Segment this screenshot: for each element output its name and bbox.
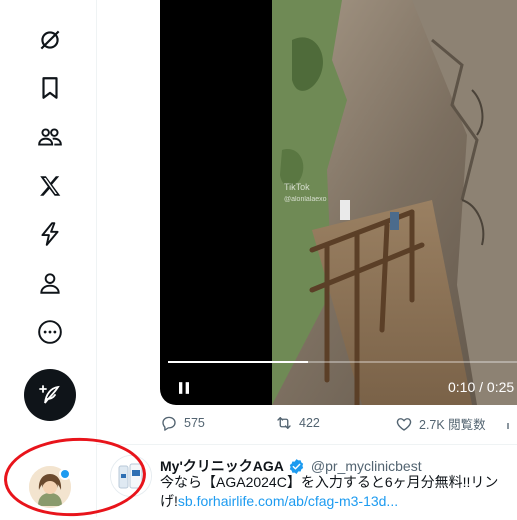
like-button[interactable]: 2.7K 閲覧数 — [395, 414, 486, 433]
retweet-icon — [277, 417, 291, 429]
column-divider — [96, 0, 97, 517]
retweet-button[interactable]: 422 — [275, 414, 320, 432]
more-icon — [38, 320, 62, 344]
ad-text-line2: げ!sb.forhairlife.com/ab/cfag-m3-13d... — [160, 492, 517, 511]
account-avatar-button[interactable] — [29, 466, 71, 508]
video-time: 0:10 / 0:25 — [448, 379, 514, 395]
feather-plus-icon — [39, 385, 60, 404]
premium-nav-button[interactable] — [24, 166, 76, 206]
video-frame: TikTok @alonlalaexo — [272, 0, 517, 405]
ad-text-line1: 今なら【AGA2024C】を入力すると6ヶ月分無料!!リン — [160, 474, 499, 490]
grok-nav-button[interactable] — [24, 20, 76, 60]
tweet-divider — [97, 444, 517, 445]
communities-nav-button[interactable] — [24, 117, 76, 157]
views-overflow-indicator — [505, 414, 517, 432]
like-count: 2.7K 閲覧数 — [419, 418, 486, 432]
video-current-time: 0:10 — [448, 379, 476, 395]
advertiser-avatar[interactable] — [110, 455, 152, 497]
left-sidebar — [0, 0, 96, 517]
bookmarks-nav-button[interactable] — [24, 68, 76, 108]
profile-icon — [40, 273, 60, 294]
video-duration: 0:25 — [486, 379, 515, 395]
pause-icon — [179, 382, 189, 394]
verified-badge-icon — [289, 458, 304, 474]
more-nav-button[interactable] — [24, 312, 76, 352]
bookmark-icon — [42, 77, 58, 99]
verified-orgs-nav-button[interactable] — [24, 214, 76, 254]
product-image-icon — [111, 456, 151, 496]
compose-post-button[interactable] — [24, 369, 76, 421]
video-player[interactable]: TikTok @alonlalaexo 0:10 / 0:25 — [160, 0, 517, 405]
pause-button[interactable] — [172, 376, 196, 400]
reply-button[interactable]: 575 — [160, 414, 205, 432]
notification-dot — [59, 468, 71, 480]
tweet-actions: 575 422 2.7K 閲覧数 — [160, 414, 517, 438]
verified-orgs-icon — [41, 222, 59, 246]
ad-link[interactable]: sb.forhairlife.com/ab/cfag-m3-13d... — [178, 493, 398, 509]
x-premium-icon — [40, 176, 61, 196]
profile-nav-button[interactable] — [24, 263, 76, 303]
video-time-separator: / — [475, 379, 487, 395]
ad-text-line2-prefix: げ! — [160, 493, 178, 509]
communities-icon — [38, 128, 62, 146]
ad-body: 今なら【AGA2024C】を入力すると6ヶ月分無料!!リン げ!sb.forha… — [160, 473, 517, 511]
heart-icon — [396, 417, 412, 431]
reply-icon — [162, 416, 176, 431]
video-progress-fill — [168, 361, 308, 363]
video-watermark-handle: @alonlalaexo — [284, 196, 327, 203]
advertiser-handle[interactable]: @pr_myclinicbest — [311, 458, 422, 474]
video-progress-bar[interactable] — [168, 361, 517, 363]
video-watermark-label: TikTok — [284, 182, 310, 192]
reply-count: 575 — [184, 416, 205, 430]
views-icon — [507, 423, 509, 429]
retweet-count: 422 — [299, 416, 320, 430]
grok-icon — [40, 30, 60, 50]
